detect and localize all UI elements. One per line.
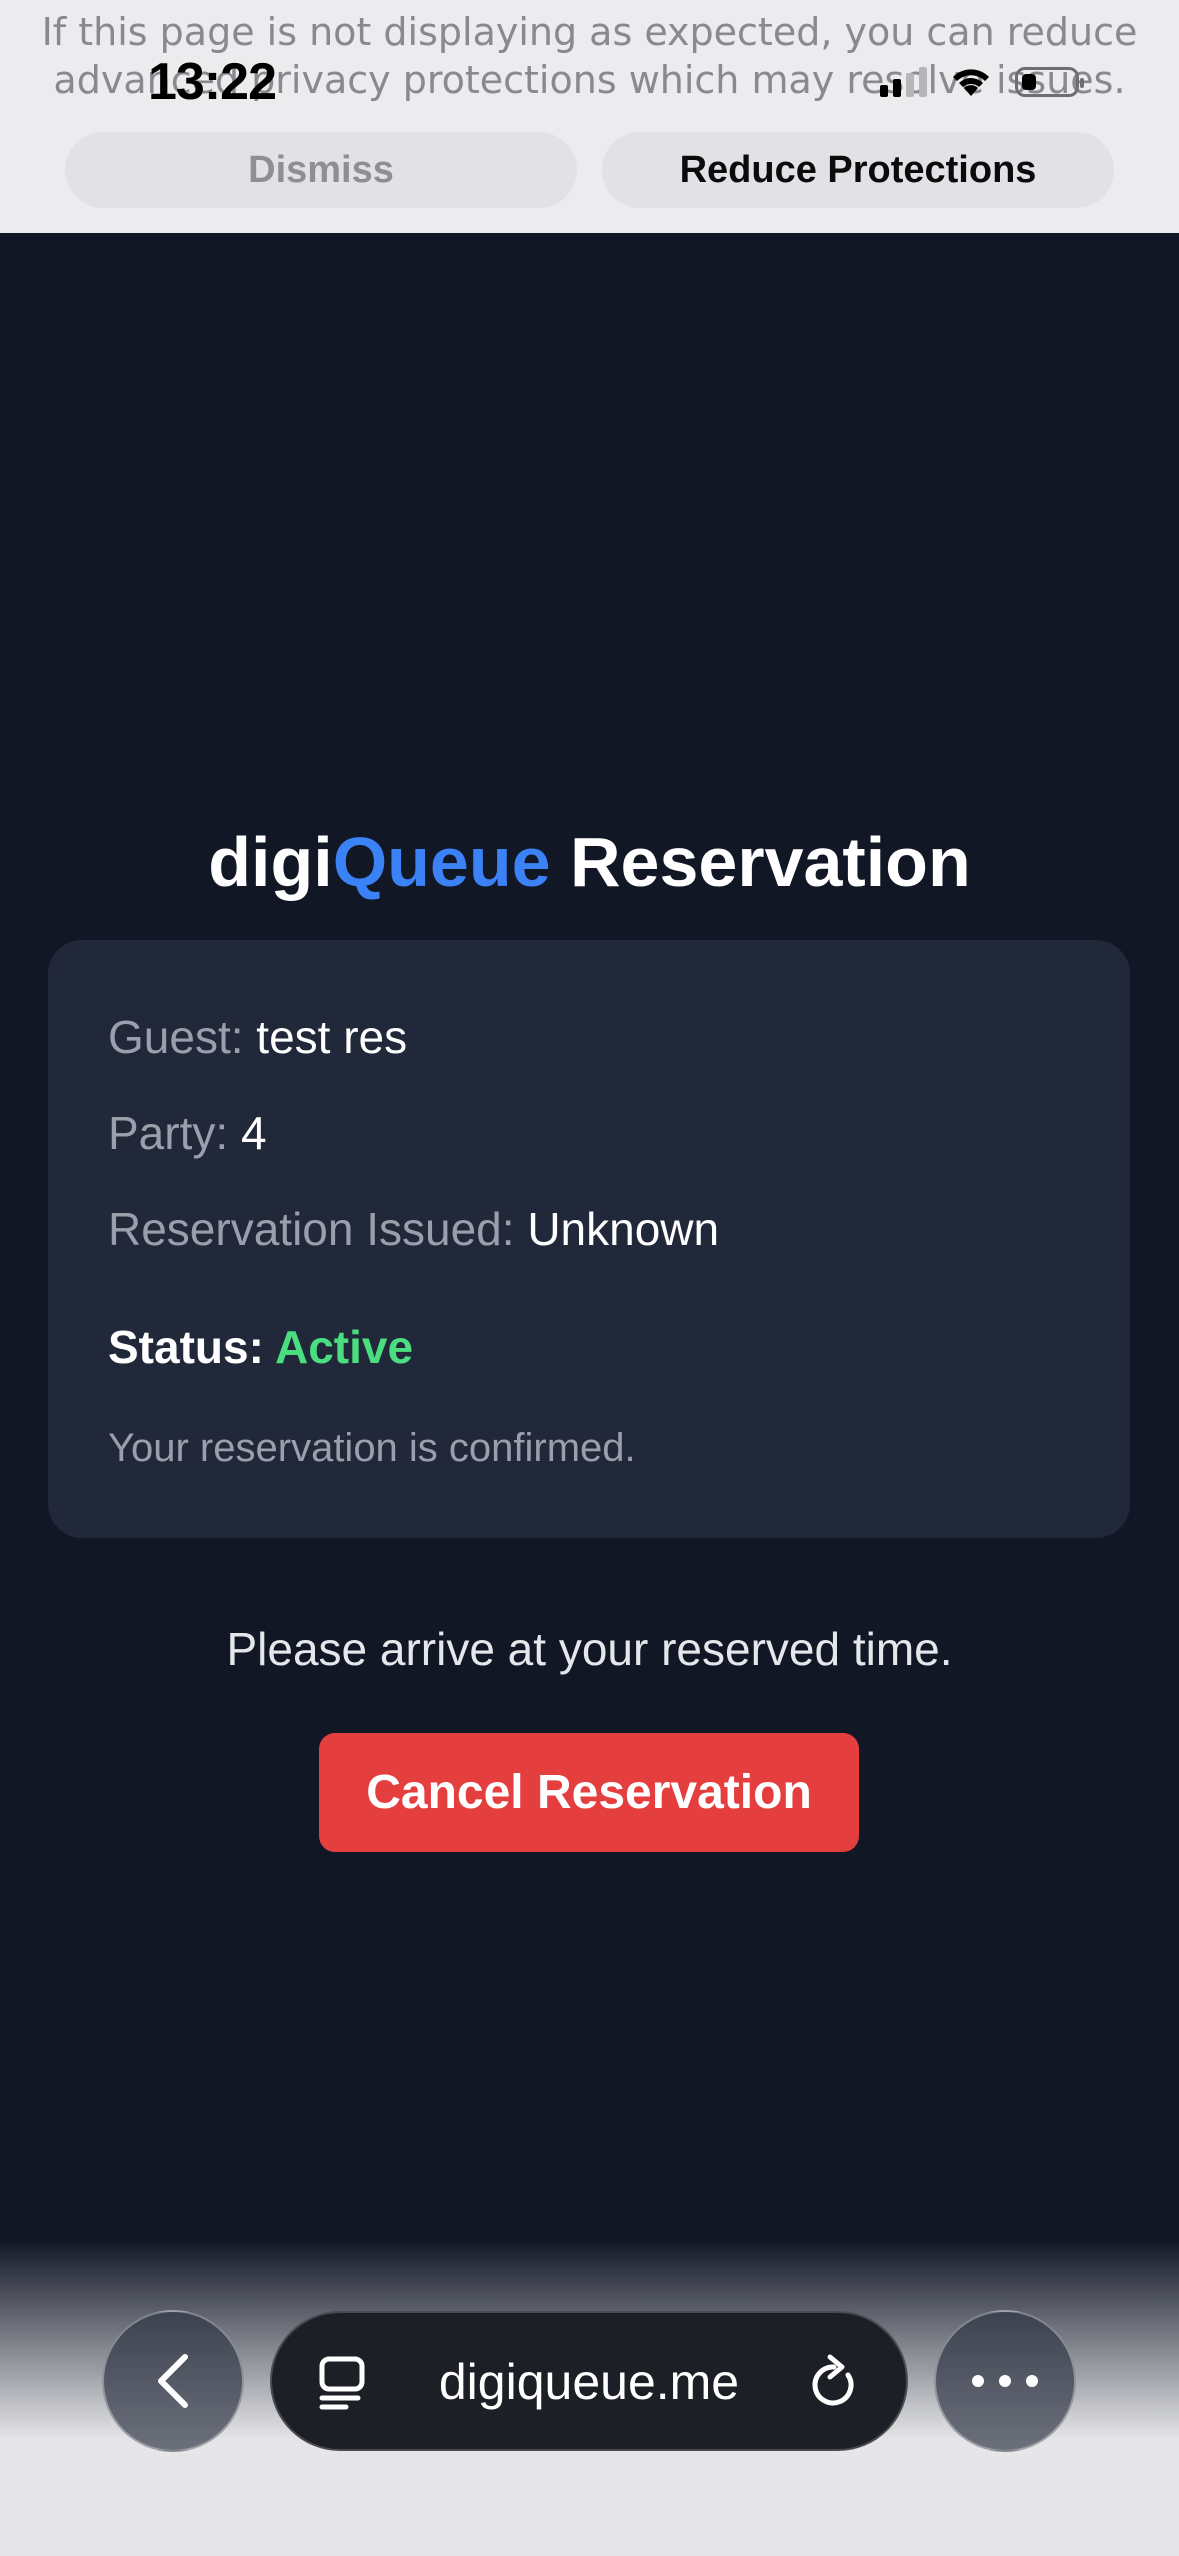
address-bar[interactable]: digiqueue.me [270,2311,908,2451]
back-chevron-icon [158,2354,188,2408]
status-bar-icons [880,66,1084,98]
more-icon [972,2375,1038,2387]
status-label: Status: [108,1321,264,1373]
party-value: 4 [240,1107,267,1159]
issued-label: Reservation Issued: [108,1203,515,1255]
dismiss-button[interactable]: Dismiss [65,132,577,208]
page-title: digiQueue Reservation [0,822,1179,902]
issued-value: Unknown [527,1203,720,1255]
privacy-banner-line-1: If this page is not displaying as expect… [41,10,1138,54]
title-prefix: digi [208,823,333,901]
arrival-message: Please arrive at your reserved time. [226,1623,953,1675]
more-button[interactable] [934,2310,1076,2452]
status-row: Status: Active [108,1320,413,1374]
title-suffix: Reservation [550,823,971,901]
guest-label: Guest: [108,1011,244,1063]
issued-row: Reservation Issued: Unknown [108,1202,719,1256]
title-accent: Queue [332,823,551,901]
wifi-icon [949,66,993,98]
status-badge: Active [274,1321,414,1373]
battery-icon [1015,67,1084,97]
cellular-signal-icon [880,67,927,97]
bottom-strip [0,2440,1179,2556]
back-button[interactable] [102,2310,244,2452]
guest-row: Guest: test res [108,1010,407,1064]
reduce-protections-button[interactable]: Reduce Protections [602,132,1114,208]
reservation-card: Guest: test res Party: 4 Reservation Iss… [48,940,1130,1538]
party-row: Party: 4 [108,1106,267,1160]
status-bar-time: 13:22 [148,53,277,111]
reload-icon[interactable] [806,2353,862,2413]
guest-value: test res [256,1011,408,1063]
cancel-reservation-button[interactable]: Cancel Reservation [319,1733,859,1852]
party-label: Party: [108,1107,229,1159]
confirmation-note: Your reservation is confirmed. [108,1426,636,1470]
privacy-banner: If this page is not displaying as expect… [0,0,1179,233]
